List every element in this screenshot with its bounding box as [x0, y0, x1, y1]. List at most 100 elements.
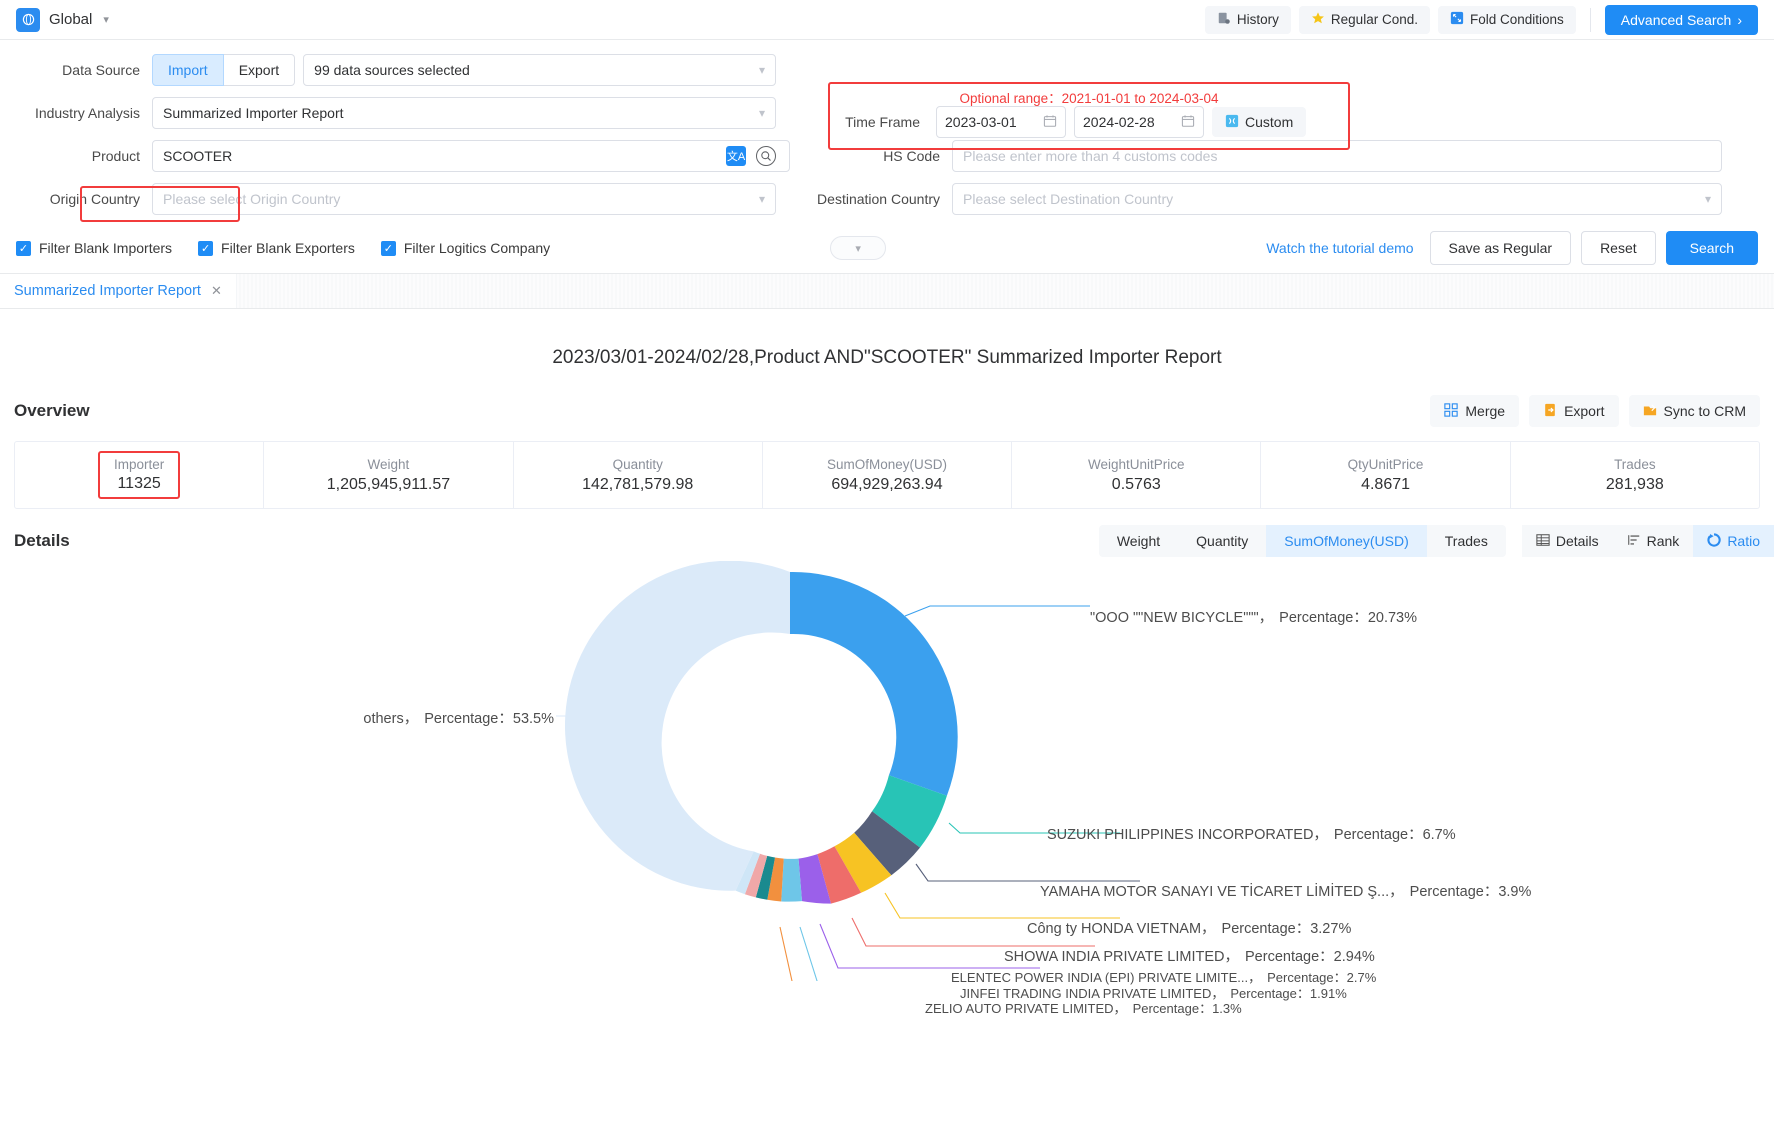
hs-code-placeholder: Please enter more than 4 customs codes [963, 148, 1217, 164]
report-tab-strip: Summarized Importer Report ✕ [0, 273, 1774, 309]
view-rank-label: Rank [1647, 533, 1680, 549]
custom-label: Custom [1245, 114, 1293, 130]
overview-stats: Importer 11325 Weight 1,205,945,911.57 Q… [14, 441, 1760, 509]
import-export-toggle: Import Export [152, 54, 295, 86]
pie-label-value: 1.91% [1310, 986, 1347, 1001]
pie-label-metric: Percentage [1334, 827, 1408, 843]
chevron-right-icon: › [1737, 12, 1742, 28]
sync-icon [1643, 403, 1657, 419]
view-details-button[interactable]: Details [1522, 525, 1613, 557]
view-details-label: Details [1556, 533, 1599, 549]
stat-sum-of-money: SumOfMoney(USD) 694,929,263.94 [763, 442, 1012, 508]
custom-range-button[interactable]: Custom [1212, 107, 1306, 137]
tab-strip-placeholder [236, 274, 1774, 308]
tutorial-link[interactable]: Watch the tutorial demo [1266, 240, 1413, 256]
translate-icon[interactable]: 文A [726, 146, 746, 166]
filter-logistics-company-checkbox[interactable]: ✓ Filter Logitics Company [381, 240, 550, 256]
stat-quantity: Quantity 142,781,579.98 [514, 442, 763, 508]
origin-country-placeholder: Please select Origin Country [163, 191, 340, 207]
stat-weight: Weight 1,205,945,911.57 [264, 442, 513, 508]
colon: ： [1296, 921, 1311, 937]
export-button[interactable]: Export [1529, 395, 1618, 427]
tab-quantity[interactable]: Quantity [1178, 525, 1266, 557]
tab-trades[interactable]: Trades [1427, 525, 1506, 557]
stat-trades: Trades 281,938 [1511, 442, 1759, 508]
top-bar: Global ▾ History Regular Cond. Fold Cond… [0, 0, 1774, 40]
destination-country-select[interactable]: Please select Destination Country ▾ [952, 183, 1722, 215]
sync-to-crm-button[interactable]: Sync to CRM [1629, 395, 1760, 427]
view-rank-button[interactable]: Rank [1613, 525, 1694, 557]
filters-row: ✓ Filter Blank Importers ✓ Filter Blank … [16, 231, 1758, 265]
product-input[interactable]: SCOOTER [152, 140, 790, 172]
pie-label-1: SUZUKI PHILIPPINES INCORPORATED，Percenta… [1047, 823, 1456, 844]
data-sources-select[interactable]: 99 data sources selected ▾ [303, 54, 776, 86]
collapse-icon [1450, 11, 1464, 28]
search-button[interactable]: Search [1666, 231, 1758, 265]
slice-6[interactable] [781, 859, 802, 902]
slice-others[interactable] [565, 561, 790, 891]
merge-button[interactable]: Merge [1430, 395, 1519, 427]
chevron-down-icon: ▾ [759, 106, 765, 120]
merge-icon [1444, 403, 1458, 419]
stat-value: 11325 [117, 475, 160, 493]
donut-svg [0, 561, 1774, 981]
checkbox-check-icon: ✓ [16, 241, 31, 256]
tab-weight[interactable]: Weight [1099, 525, 1178, 557]
history-label: History [1237, 12, 1279, 27]
history-button[interactable]: History [1205, 6, 1291, 34]
sync-to-crm-label: Sync to CRM [1664, 403, 1746, 419]
stat-value: 694,929,263.94 [831, 476, 942, 494]
date-to-value: 2024-02-28 [1083, 114, 1155, 130]
fold-conditions-button[interactable]: Fold Conditions [1438, 6, 1576, 34]
pie-label-value: 6.7% [1423, 827, 1456, 843]
checkbox-check-icon: ✓ [198, 241, 213, 256]
pie-label-7: ZELIO AUTO PRIVATE LIMITED，Percentage：1.… [925, 998, 1242, 1017]
data-sources-value: 99 data sources selected [314, 62, 470, 78]
colon: ： [1297, 986, 1310, 1001]
origin-country-label: Origin Country [16, 191, 152, 207]
export-button[interactable]: Export [224, 54, 295, 86]
industry-analysis-label: Industry Analysis [16, 105, 152, 121]
pie-label-metric: Percentage [1279, 610, 1353, 626]
overview-actions: Merge Export Sync to CRM [1430, 395, 1760, 427]
colon: ： [1408, 827, 1423, 843]
filter-blank-importers-label: Filter Blank Importers [39, 240, 172, 256]
expand-collapse-toggle[interactable]: ▾ [830, 236, 886, 260]
stat-value: 1,205,945,911.57 [327, 476, 450, 494]
pie-label-value: 1.3% [1212, 1001, 1242, 1016]
optional-range-label: Optional range： [960, 91, 1062, 106]
filter-blank-importers-checkbox[interactable]: ✓ Filter Blank Importers [16, 240, 172, 256]
chevron-down-icon[interactable]: ▾ [103, 13, 109, 26]
details-header: Details Weight Quantity SumOfMoney(USD) … [0, 509, 1774, 557]
regular-cond-label: Regular Cond. [1331, 12, 1418, 27]
tab-summarized-importer-report[interactable]: Summarized Importer Report ✕ [0, 274, 236, 308]
view-ratio-button[interactable]: Ratio [1693, 525, 1774, 557]
advanced-search-button[interactable]: Advanced Search › [1605, 5, 1758, 35]
regular-cond-button[interactable]: Regular Cond. [1299, 6, 1430, 34]
origin-country-select[interactable]: Please select Origin Country ▾ [152, 183, 776, 215]
industry-analysis-select[interactable]: Summarized Importer Report ▾ [152, 97, 776, 129]
import-button[interactable]: Import [152, 54, 224, 86]
close-icon[interactable]: ✕ [211, 283, 222, 299]
tab-label: Summarized Importer Report [14, 283, 201, 299]
date-to-input[interactable]: 2024-02-28 [1074, 106, 1204, 138]
merge-label: Merge [1465, 403, 1505, 419]
sep: ， [1313, 827, 1328, 843]
search-actions: Watch the tutorial demo Save as Regular … [1266, 231, 1758, 265]
details-title: Details [14, 531, 70, 551]
sep: ， [1259, 610, 1274, 626]
date-from-input[interactable]: 2023-03-01 [936, 106, 1066, 138]
reset-button[interactable]: Reset [1581, 231, 1656, 265]
brand[interactable]: Global ▾ [16, 8, 109, 32]
tab-sum-of-money[interactable]: SumOfMoney(USD) [1266, 525, 1426, 557]
calendar-icon [1181, 114, 1195, 131]
pie-label-value: 20.73% [1368, 610, 1417, 626]
magnifier-icon[interactable] [756, 146, 776, 166]
advanced-search-label: Advanced Search [1621, 12, 1732, 28]
save-as-regular-button[interactable]: Save as Regular [1430, 231, 1572, 265]
filter-blank-exporters-checkbox[interactable]: ✓ Filter Blank Exporters [198, 240, 355, 256]
stat-key: Weight [368, 457, 410, 472]
donut-slices [565, 561, 958, 904]
pie-label-3: Công ty HONDA VIETNAM，Percentage：3.27% [1027, 917, 1351, 938]
globe-icon [16, 8, 40, 32]
